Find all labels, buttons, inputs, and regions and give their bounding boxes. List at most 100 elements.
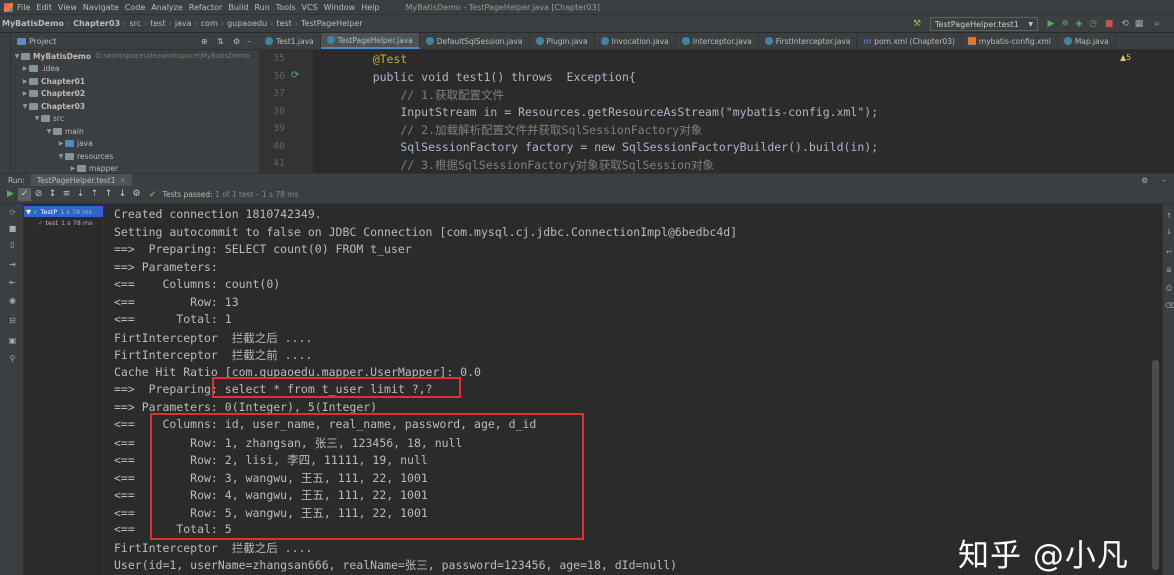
rerun-failed-icon[interactable]: ⟳ xyxy=(8,208,17,217)
code-line: InputStream in = Resources.getResourceAs… xyxy=(345,104,879,119)
tree-item-src[interactable]: ▼ src xyxy=(11,113,259,126)
console-scrollbar[interactable] xyxy=(1152,360,1159,570)
show-passed-icon[interactable]: ✓ xyxy=(18,188,31,201)
breadcrumb-module[interactable]: Chapter03 xyxy=(73,19,120,28)
menu-edit[interactable]: Edit xyxy=(36,3,52,12)
menu-code[interactable]: Code xyxy=(125,3,145,12)
editor-tab[interactable]: Invocation.java xyxy=(595,33,676,49)
chevron-right-icon: › xyxy=(123,19,127,28)
screenshot-icon[interactable]: ◉ xyxy=(8,296,17,305)
breadcrumb-com[interactable]: com xyxy=(201,19,218,28)
editor-tab[interactable]: m pom.xml (Chapter03) xyxy=(857,33,962,49)
chevron-right-icon: › xyxy=(220,19,225,28)
editor-tab[interactable]: Map.java xyxy=(1058,33,1116,49)
code-editor[interactable]: @Test public void test1() throws Excepti… xyxy=(313,50,1113,175)
hide-icon[interactable]: – xyxy=(247,37,251,46)
pin-icon[interactable]: ⚲ xyxy=(8,354,17,363)
tree-item-resources[interactable]: ▼ resources xyxy=(11,150,259,163)
breadcrumb-test-package[interactable]: test xyxy=(276,19,291,28)
run-tab[interactable]: TestPageHelper.test1 × xyxy=(30,173,132,187)
breadcrumb-project[interactable]: MyBatisDemo xyxy=(2,19,64,28)
editor-tab[interactable]: Interceptor.java xyxy=(676,33,759,49)
breadcrumb-gupaoedu[interactable]: gupaoedu xyxy=(227,19,267,28)
coverage-icon[interactable]: ◈ xyxy=(1074,18,1084,30)
show-ignored-icon[interactable]: ⊘ xyxy=(32,188,45,201)
run-configuration-select[interactable]: TestPageHelper.test1 ▼ xyxy=(930,17,1038,31)
collapse-all-icon[interactable]: ⇅ xyxy=(217,37,224,46)
sort-alpha-icon[interactable]: ↕ xyxy=(46,188,59,201)
chevron-right-icon: ▶ xyxy=(22,65,28,73)
warning-count[interactable]: ▲5 xyxy=(1120,53,1131,62)
editor-tab[interactable]: Test1.java xyxy=(259,33,321,49)
editor-tab[interactable]: mybatis-config.xml xyxy=(962,33,1058,49)
menu-file[interactable]: File xyxy=(17,3,30,12)
down-icon[interactable]: ↓ xyxy=(1165,228,1173,236)
gear-icon[interactable]: ⚙ xyxy=(233,37,240,46)
sort-duration-icon[interactable]: ≡ xyxy=(60,188,73,201)
breadcrumb-java[interactable]: java xyxy=(175,19,192,28)
tree-item-java[interactable]: ▶ java xyxy=(11,138,259,151)
menu-tools[interactable]: Tools xyxy=(276,3,296,12)
debug-icon[interactable]: ✲ xyxy=(1060,18,1070,30)
breadcrumb-class[interactable]: TestPageHelper xyxy=(301,19,363,28)
vcs-icon[interactable]: ⟲ xyxy=(1120,18,1130,30)
previous-failed-icon[interactable]: ↑ xyxy=(102,188,115,201)
stop-icon[interactable]: ■ xyxy=(1104,18,1114,30)
settings-icon[interactable]: ⚙ xyxy=(130,188,143,201)
profile-icon[interactable]: ◷ xyxy=(1088,18,1098,30)
clear-icon[interactable]: ⌫ xyxy=(1165,302,1174,310)
project-panel-title[interactable]: Project xyxy=(29,37,56,46)
run-test-gutter-icon[interactable]: ⟳ xyxy=(291,70,299,81)
project-structure-icon[interactable]: ▦ xyxy=(1134,18,1144,30)
test-node-class[interactable]: ▼ ✓ TestP 1 s 78 ms xyxy=(24,206,103,217)
import-icon[interactable]: ⇤ xyxy=(8,278,17,287)
stop-icon[interactable]: ■ xyxy=(8,224,17,233)
code-line: // 1.获取配置文件 xyxy=(345,88,505,102)
menu-analyze[interactable]: Analyze xyxy=(151,3,183,12)
breadcrumb-test[interactable]: test xyxy=(150,19,165,28)
menu-run[interactable]: Run xyxy=(254,3,269,12)
build-hammer-icon[interactable]: ⚒ xyxy=(912,18,922,30)
test-node-method[interactable]: ✓ test 1 s 78 ms xyxy=(24,217,103,228)
editor-tab-active[interactable]: TestPageHelper.java xyxy=(320,33,420,49)
java-interface-icon xyxy=(681,37,690,45)
gear-icon[interactable]: ⚙ xyxy=(1142,176,1149,185)
layout-icon[interactable]: ▣ xyxy=(8,336,17,345)
hide-icon[interactable]: – xyxy=(1162,176,1166,185)
tree-item-project[interactable]: ▼ MyBatisDemo D:\workspace\ideaworkspace\… xyxy=(11,50,259,63)
scroll-to-end-icon[interactable]: ⇊ xyxy=(1165,266,1173,274)
collapse-all-icon[interactable]: ⇡ xyxy=(88,188,101,201)
breadcrumb-src[interactable]: src xyxy=(129,19,141,28)
next-failed-icon[interactable]: ↓ xyxy=(116,188,129,201)
menu-vcs[interactable]: VCS xyxy=(302,3,318,12)
menu-refactor[interactable]: Refactor xyxy=(189,3,223,12)
chevron-down-icon: ▼ xyxy=(34,115,40,123)
editor-tab[interactable]: FirstInterceptor.java xyxy=(759,33,858,49)
menu-help[interactable]: Help xyxy=(361,3,379,12)
pin-tab-icon[interactable]: ⊟ xyxy=(8,316,17,325)
tree-item-idea[interactable]: ▶ .idea xyxy=(11,63,259,76)
rerun-icon[interactable]: ▶ xyxy=(4,188,17,201)
menu-build[interactable]: Build xyxy=(228,3,248,12)
tree-item-chapter02[interactable]: ▶ Chapter02 xyxy=(11,88,259,101)
chevron-down-icon: ▼ xyxy=(1028,20,1033,28)
editor-tab[interactable]: Plugin.java xyxy=(530,33,595,49)
search-icon[interactable]: ⌕ xyxy=(1152,18,1162,30)
expand-all-icon[interactable]: ⇣ xyxy=(74,188,87,201)
up-icon[interactable]: ↑ xyxy=(1165,212,1173,220)
test-status: Tests passed: 1 of 1 test – 1 s 78 ms xyxy=(162,190,299,199)
print-icon[interactable]: ⎙ xyxy=(1165,284,1173,292)
menu-window[interactable]: Window xyxy=(324,3,356,12)
editor-tab[interactable]: DefaultSqlSession.java xyxy=(420,33,530,49)
tree-item-main[interactable]: ▼ main xyxy=(11,125,259,138)
export-icon[interactable]: ⇥ xyxy=(8,260,17,269)
close-icon[interactable]: × xyxy=(120,176,126,185)
menu-view[interactable]: View xyxy=(58,3,77,12)
menu-navigate[interactable]: Navigate xyxy=(83,3,119,12)
locate-icon[interactable]: ⊕ xyxy=(201,37,208,46)
tree-item-chapter03[interactable]: ▼ Chapter03 xyxy=(11,100,259,113)
soft-wrap-icon[interactable]: ↩ xyxy=(1165,248,1173,256)
tree-item-chapter01[interactable]: ▶ Chapter01 xyxy=(11,75,259,88)
restore-layout-icon[interactable]: ▯ xyxy=(8,240,17,249)
run-icon[interactable]: ▶ xyxy=(1046,18,1056,30)
